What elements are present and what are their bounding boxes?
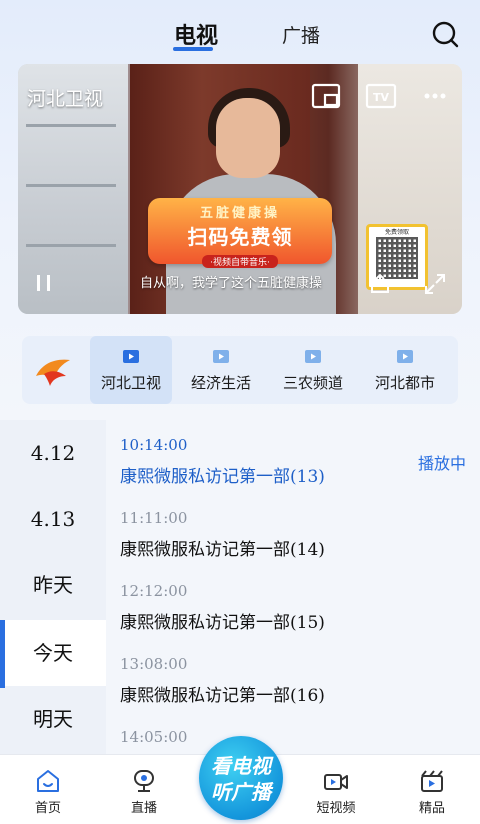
program-title: 康熙微服私访记第一部(13) [120, 467, 325, 487]
fullscreen-icon[interactable] [423, 272, 447, 296]
nav-label: 短视频 [316, 801, 356, 816]
date-item-today[interactable]: 今天 [0, 620, 106, 686]
date-item[interactable]: 明天 [0, 686, 106, 752]
program-title: 康熙微服私访记第一部(14) [120, 540, 325, 560]
tv-cast-icon[interactable]: TV [365, 82, 397, 110]
tab-radio[interactable]: 广播 [276, 21, 326, 48]
program-time: 14:05:00 [120, 728, 188, 746]
search-icon[interactable] [430, 19, 460, 49]
video-person-head [216, 98, 280, 178]
pause-icon[interactable] [32, 271, 56, 295]
promo-sub-text: ·视频自带音乐· [202, 255, 278, 268]
date-selector: 4.12 4.13 昨天 今天 明天 [0, 420, 106, 754]
channel-label: 河北卫视 [100, 374, 161, 392]
channel-economy-life[interactable]: 经济生活 [178, 336, 264, 404]
program-list: 10:14:00 康熙微服私访记第一部(13) 播放中 11:11:00 康熙微… [106, 420, 480, 754]
svg-text:TV: TV [373, 91, 390, 104]
program-time: 13:08:00 [120, 655, 188, 673]
shelf [26, 184, 116, 187]
home-icon [37, 770, 59, 792]
program-status-badge: 播放中 [417, 454, 466, 473]
channel-label: 三农频道 [282, 374, 343, 392]
nav-label: 首页 [34, 801, 61, 816]
center-button-line2: 听广播 [211, 780, 271, 804]
channel-label: 经济生活 [190, 374, 251, 392]
date-item[interactable]: 昨天 [0, 552, 106, 618]
nav-premium[interactable]: 精品 [392, 755, 472, 824]
watch-tv-listen-radio-button[interactable]: 看电视 听广播 [199, 736, 283, 820]
channel-agriculture[interactable]: 三农频道 [270, 336, 356, 404]
channel-play-icon [305, 350, 321, 363]
pip-icon[interactable] [311, 82, 343, 110]
top-header: 电视 广播 [0, 0, 480, 64]
promo-banner: 五脏健康操 扫码免费领 ·视频自带音乐· [148, 198, 332, 268]
nav-short-video[interactable]: 短视频 [296, 755, 376, 824]
premium-icon [421, 770, 443, 792]
date-active-indicator [0, 620, 5, 688]
program-title: 康熙微服私访记第一部(16) [120, 686, 325, 706]
nav-home[interactable]: 首页 [8, 755, 88, 824]
short-video-icon [324, 774, 348, 790]
date-item[interactable]: 4.13 [0, 486, 106, 552]
tab-tv[interactable]: 电视 [166, 18, 226, 50]
channel-hebei-satellite[interactable]: 河北卫视 [90, 336, 172, 404]
channel-play-icon [397, 350, 413, 363]
channel-label: 河北都市 [374, 374, 435, 392]
more-icon[interactable] [419, 82, 451, 110]
program-time: 11:11:00 [120, 509, 188, 527]
channel-strip: 河北卫视 经济生活 三农频道 河北都市 [22, 336, 458, 404]
share-icon[interactable] [368, 272, 392, 296]
channel-hebei-urban[interactable]: 河北都市 [362, 336, 448, 404]
shelf [26, 124, 116, 127]
qr-label: 免费领取 [384, 229, 409, 236]
tab-active-indicator [173, 47, 213, 51]
player-channel-name: 河北卫视 [27, 88, 104, 110]
shelf [26, 244, 116, 247]
nav-label: 直播 [130, 801, 157, 816]
center-button-line1: 看电视 [211, 754, 271, 778]
program-item-playing[interactable]: 10:14:00 康熙微服私访记第一部(13) 播放中 [120, 436, 470, 496]
channel-play-icon [123, 350, 139, 363]
program-title: 康熙微服私访记第一部(15) [120, 613, 325, 633]
program-item[interactable]: 12:12:00 康熙微服私访记第一部(15) [120, 582, 470, 642]
nav-label: 精品 [418, 801, 445, 816]
program-time: 12:12:00 [120, 582, 188, 600]
program-item[interactable]: 13:08:00 康熙微服私访记第一部(16) [120, 655, 470, 715]
hebei-tv-logo-icon [36, 359, 70, 386]
program-item[interactable]: 11:11:00 康熙微服私访记第一部(14) [120, 509, 470, 569]
channel-play-icon [213, 350, 229, 363]
video-player[interactable]: 五脏健康操 扫码免费领 ·视频自带音乐· 免费领取 河北卫视 TV 自从啊，我学… [18, 64, 462, 314]
program-time: 10:14:00 [120, 436, 188, 454]
live-icon [134, 770, 154, 792]
promo-main-text: 扫码免费领 [187, 225, 293, 249]
nav-live[interactable]: 直播 [104, 755, 184, 824]
date-item[interactable]: 4.12 [0, 420, 106, 486]
promo-top-text: 五脏健康操 [199, 206, 280, 221]
video-subtitle: 自从啊，我学了这个五脏健康操 [140, 276, 323, 291]
